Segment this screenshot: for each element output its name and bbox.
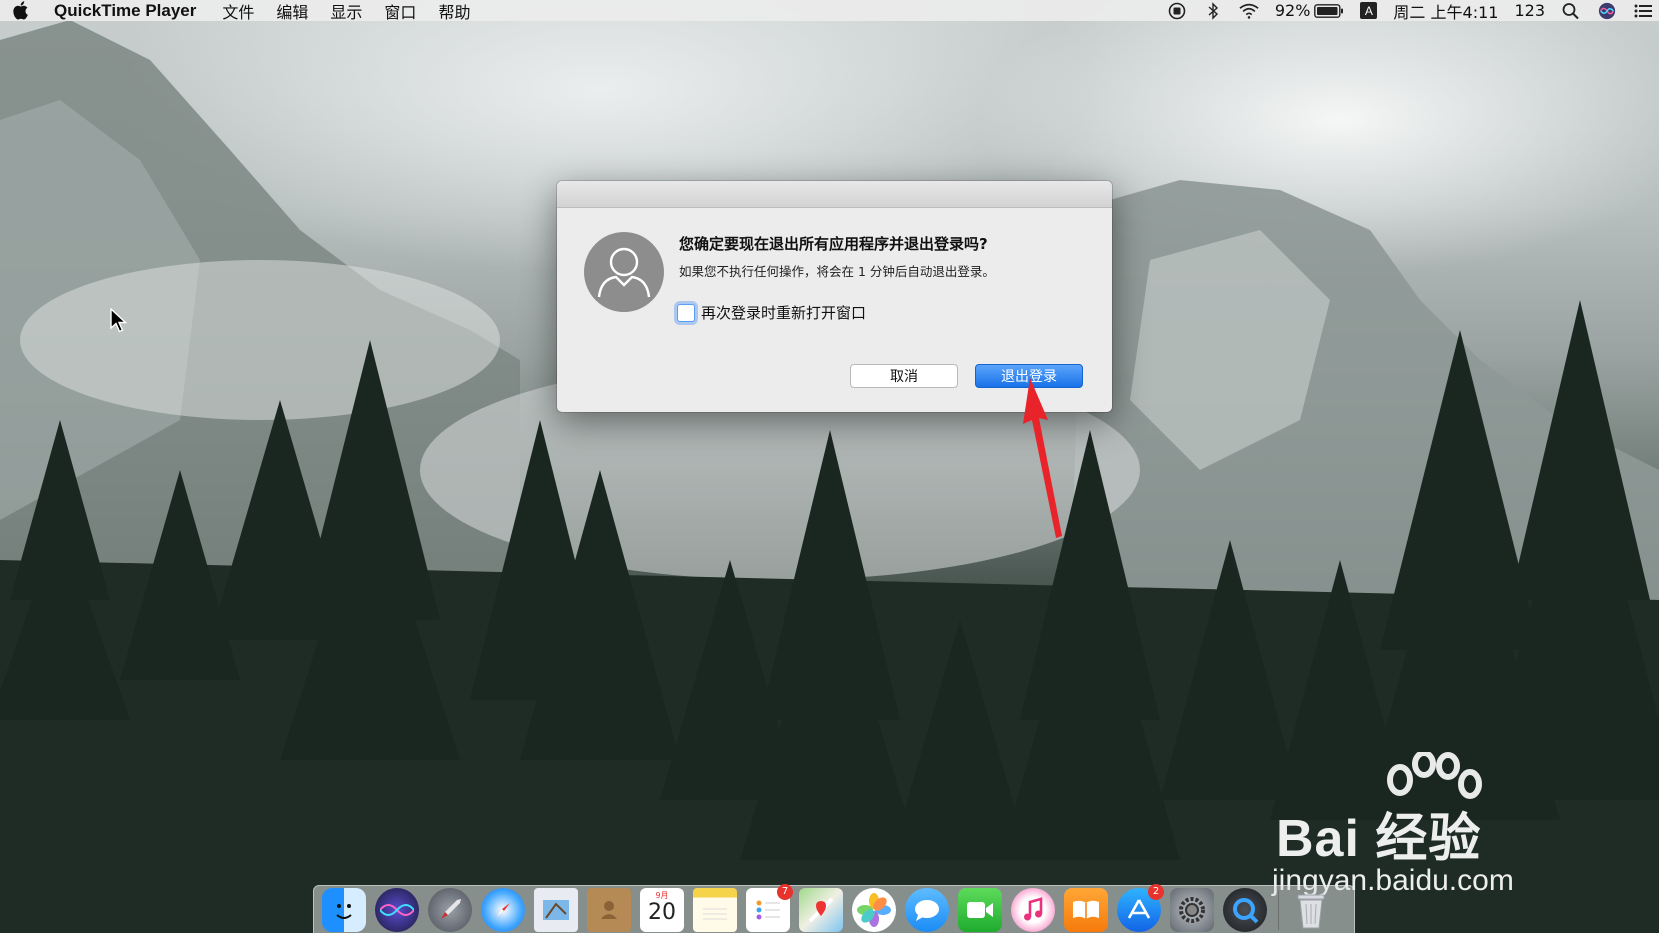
calendar-day: 20 xyxy=(648,899,676,925)
annotation-arrow-icon xyxy=(1023,378,1062,538)
baidu-jingyan-watermark: Bai 经验 jingyan.baidu.com xyxy=(1272,752,1572,902)
menu-help[interactable]: 帮助 xyxy=(438,0,470,23)
app-name-menu[interactable]: QuickTime Player xyxy=(54,1,196,21)
cancel-button[interactable]: 取消 xyxy=(850,364,958,388)
dock: 9月 20 7 2 xyxy=(313,883,1355,933)
mail-icon[interactable] xyxy=(534,887,578,932)
battery-icon[interactable] xyxy=(1314,3,1344,18)
app-store-icon[interactable]: 2 xyxy=(1117,883,1164,932)
maps-icon[interactable] xyxy=(799,887,843,932)
system-preferences-icon[interactable] xyxy=(1170,887,1214,932)
siri-app-icon[interactable] xyxy=(375,887,419,932)
finder-icon[interactable] xyxy=(322,887,366,932)
wifi-icon[interactable] xyxy=(1239,2,1259,20)
menu-view[interactable]: 显示 xyxy=(330,0,362,23)
photos-icon[interactable] xyxy=(852,887,896,932)
screen-record-icon[interactable] xyxy=(1167,2,1187,20)
calendar-icon[interactable]: 9月 20 xyxy=(640,887,684,932)
dialog-titlebar[interactable] xyxy=(557,181,1112,208)
messages-icon[interactable] xyxy=(905,887,949,932)
watermark-brand: Bai 经验 xyxy=(1276,810,1482,868)
app-store-badge: 2 xyxy=(1148,883,1164,900)
facetime-icon[interactable] xyxy=(958,887,1002,932)
user-avatar-icon xyxy=(584,232,664,312)
quicktime-player-icon[interactable] xyxy=(1223,887,1267,932)
reminders-icon[interactable]: 7 xyxy=(746,883,793,932)
trash-icon[interactable] xyxy=(1289,888,1333,932)
ibooks-icon[interactable] xyxy=(1064,887,1108,932)
menu-bar: QuickTime Player 文件 编辑 显示 窗口 帮助 92% A 周二… xyxy=(0,0,1659,23)
reminders-badge: 7 xyxy=(777,883,793,900)
battery-percentage[interactable]: 92% xyxy=(1275,1,1311,20)
reopen-windows-label[interactable]: 再次登录时重新打开窗口 xyxy=(701,302,866,323)
dialog-message: 如果您不执行任何操作，将会在 1 分钟后自动退出登录。 xyxy=(679,264,995,279)
menu-clock[interactable]: 周二 上午4:11 xyxy=(1393,0,1498,23)
mouse-cursor-icon xyxy=(110,308,128,333)
apple-logo-icon[interactable] xyxy=(10,0,30,21)
menu-edit[interactable]: 编辑 xyxy=(276,0,308,23)
user-name-menu[interactable]: 123 xyxy=(1514,1,1545,20)
spotlight-search-icon[interactable] xyxy=(1561,2,1581,20)
dialog-title: 您确定要现在退出所有应用程序并退出登录吗? xyxy=(679,235,988,253)
reopen-windows-option[interactable]: 再次登录时重新打开窗口 xyxy=(677,302,866,323)
itunes-icon[interactable] xyxy=(1011,887,1055,932)
siri-icon[interactable] xyxy=(1597,2,1617,20)
notes-icon[interactable] xyxy=(693,887,737,932)
notification-center-icon[interactable] xyxy=(1633,2,1653,20)
bluetooth-icon[interactable] xyxy=(1203,1,1223,20)
dock-separator xyxy=(1278,889,1279,930)
safari-icon[interactable] xyxy=(481,887,525,932)
input-method-icon[interactable]: A xyxy=(1360,2,1378,19)
contacts-icon[interactable] xyxy=(587,887,631,932)
reopen-windows-checkbox[interactable] xyxy=(677,303,695,322)
menu-window[interactable]: 窗口 xyxy=(384,0,416,23)
launchpad-icon[interactable] xyxy=(428,887,472,932)
menu-file[interactable]: 文件 xyxy=(222,0,254,23)
